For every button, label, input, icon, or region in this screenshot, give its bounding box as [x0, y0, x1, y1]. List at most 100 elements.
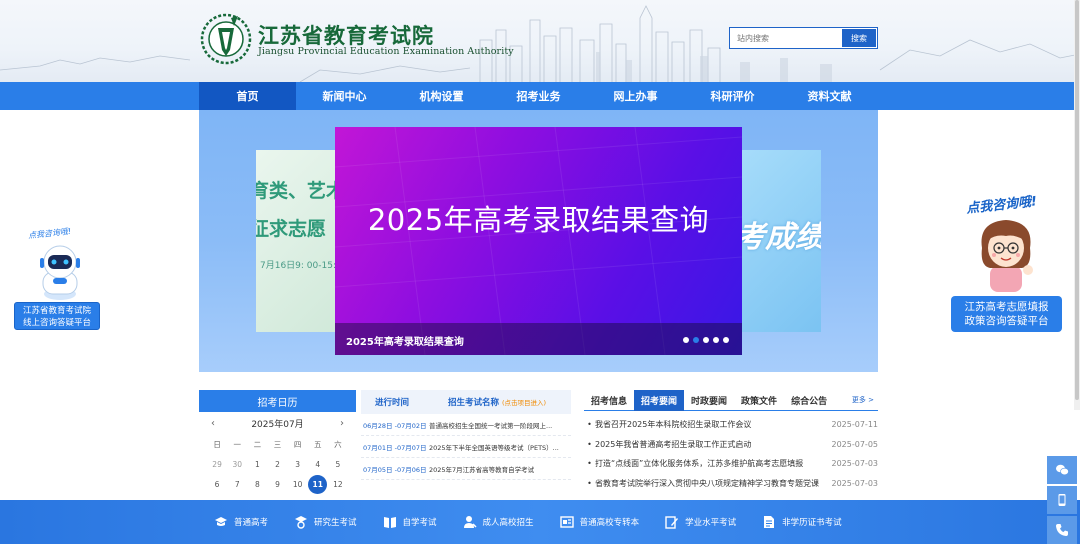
news-date: 2025-07-11	[831, 420, 879, 430]
quick-link-label: 研究生考试	[314, 518, 357, 528]
tab-admission-info[interactable]: 招考信息	[584, 390, 634, 411]
nav-item-research[interactable]: 科研评价	[684, 82, 781, 110]
calendar-day[interactable]: 6	[207, 474, 227, 494]
news-tabs: 招考信息 招考要闻 时政要闻 政策文件 综合公告 更多 >	[584, 389, 878, 411]
tab-admission-news[interactable]: 招考要闻	[634, 389, 685, 411]
weekday-label: 六	[334, 439, 342, 449]
chevron-right-icon[interactable]: ›	[340, 418, 344, 429]
calendar-day[interactable]: 5	[328, 454, 348, 474]
news-item[interactable]: • 省教育考试院举行深入贯彻中央八项规定精神学习教育专题党课 2025-07-0…	[584, 474, 878, 494]
quick-link-label: 学业水平考试	[685, 518, 737, 528]
slide-prev-line2: 征求志愿	[256, 218, 327, 240]
schedule-col-name: 招生考试名称 (点击项目进入)	[423, 396, 571, 408]
schedule-date: 07月01日 -07月07日	[363, 443, 427, 452]
carousel-slide-next[interactable]: 考成绩	[741, 150, 821, 332]
calendar-day[interactable]: 9	[267, 474, 287, 494]
quick-link-label: 普通高考	[234, 518, 269, 528]
calendar-day[interactable]: 3	[288, 454, 308, 474]
wechat-button[interactable]	[1047, 456, 1077, 484]
online-consult-promo[interactable]: 点我咨询哦! 江苏省教育考试院 线上咨询答疑平台	[14, 226, 102, 332]
schedule-exam-name: 普通高校招生全国统一考试第一阶段网上...	[429, 421, 553, 430]
news-title: 省教育考试院举行深入贯彻中央八项规定精神学习教育专题党课	[595, 478, 819, 488]
news-date: 2025-07-05	[831, 439, 879, 449]
calendar-month-bar: ‹ 2025年07月 ›	[199, 412, 356, 434]
nav-item-online-services[interactable]: 网上办事	[587, 82, 684, 110]
chevron-left-icon[interactable]: ‹	[211, 418, 215, 429]
tab-policy-documents[interactable]: 政策文件	[734, 390, 784, 411]
schedule-row[interactable]: 06月28日 -07月02日 普通高校招生全国统一考试第一阶段网上...	[361, 414, 571, 436]
calendar-day[interactable]: 2	[267, 454, 287, 474]
carousel-dot[interactable]	[683, 337, 689, 343]
gaokao-consult-button[interactable]: 江苏高考志愿填报 政策咨询答疑平台	[951, 296, 1062, 332]
calendar-day[interactable]: 1	[247, 454, 267, 474]
mobile-button[interactable]	[1047, 486, 1077, 514]
carousel-slide-active[interactable]: 2025年高考录取结果查询 2025年高考录取结果查询	[335, 127, 742, 355]
bullet-icon: •	[587, 420, 592, 430]
phone-button[interactable]	[1047, 516, 1077, 544]
schedule-row[interactable]: 07月01日 -07月07日 2025年下半年全国英语等级考试（PETS）...	[361, 436, 571, 458]
quick-link-gaokao[interactable]: 普通高考	[214, 500, 268, 544]
calendar-day[interactable]: 10	[288, 474, 308, 494]
page-scrollbar[interactable]	[1074, 0, 1080, 410]
carousel-dot[interactable]	[723, 337, 729, 343]
exam-calendar: 招考日历 ‹ 2025年07月 › 日 一 二 三 四 五 六 29 30 1 …	[199, 390, 356, 498]
banner-carousel: 育类、艺术 征求志愿 7月16日9: 00-15: 考成绩 2025年高考录取结…	[199, 110, 878, 372]
slide-prev-line1: 育类、艺术	[256, 180, 346, 202]
calendar-day[interactable]: 29	[207, 454, 227, 474]
nav-item-admissions[interactable]: 招考业务	[490, 82, 587, 110]
bullet-icon: •	[587, 439, 592, 449]
tab-current-affairs[interactable]: 时政要闻	[684, 390, 734, 411]
quick-link-adult-admission[interactable]: 成人高校招生	[463, 500, 534, 544]
tab-general-notices[interactable]: 综合公告	[784, 390, 834, 411]
calendar-title: 招考日历	[199, 390, 356, 412]
main-navigation: 首页 新闻中心 机构设置 招考业务 网上办事 科研评价 资料文献	[0, 82, 1080, 110]
calendar-day[interactable]: 12	[328, 474, 348, 494]
slide-caption-bar: 2025年高考录取结果查询	[335, 323, 742, 355]
nav-item-documents[interactable]: 资料文献	[781, 82, 878, 110]
calendar-month-label: 2025年07月	[251, 419, 304, 430]
graduation-icon	[215, 517, 227, 526]
promo-left-line2: 线上咨询答疑平台	[22, 318, 91, 328]
news-more-link[interactable]: 更多 >	[852, 395, 878, 405]
schedule-exam-name: 2025年下半年全国英语等级考试（PETS）...	[429, 443, 559, 452]
quick-link-proficiency[interactable]: 学业水平考试	[665, 500, 736, 544]
news-item[interactable]: • 打造“点线面”立体化服务体系，江苏多维护航高考志愿填报 2025-07-03	[584, 454, 878, 474]
bullet-icon: •	[587, 478, 592, 488]
calendar-day-today[interactable]: 11	[308, 474, 328, 494]
online-consult-button[interactable]: 江苏省教育考试院 线上咨询答疑平台	[14, 302, 100, 330]
news-date: 2025-07-03	[831, 459, 879, 469]
floating-toolbar	[1047, 456, 1077, 544]
site-header: 江苏省教育考试院 Jiangsu Provincial Education Ex…	[0, 0, 1080, 82]
weekday-label: 三	[273, 439, 282, 449]
promo-left-hint: 点我咨询哦!	[27, 226, 72, 241]
quick-link-certificate-exam[interactable]: 非学历证书考试	[762, 500, 842, 544]
calendar-day[interactable]: 8	[247, 474, 267, 494]
calendar-day[interactable]: 30	[227, 454, 247, 474]
search-button[interactable]: 搜索	[842, 29, 876, 47]
slide-next-text: 考成绩	[741, 220, 821, 255]
authority-logo	[200, 13, 252, 65]
news-title: 我省召开2025年本科院校招生录取工作会议	[595, 420, 752, 430]
carousel-dot[interactable]	[713, 337, 719, 343]
carousel-dot[interactable]	[703, 337, 709, 343]
city-skyline-background	[0, 5, 1080, 82]
girl-mascot-icon	[981, 220, 1033, 292]
scrollbar-thumb[interactable]	[1075, 0, 1079, 400]
nav-item-news[interactable]: 新闻中心	[296, 82, 393, 110]
search-input[interactable]	[730, 28, 841, 48]
calendar-day[interactable]: 7	[227, 474, 247, 494]
mobile-icon	[1058, 494, 1066, 506]
gaokao-consult-promo[interactable]: 点我咨询哦! 江苏高考志愿填报 政策咨询答疑平台	[948, 192, 1066, 334]
carousel-dot-active[interactable]	[693, 337, 699, 343]
quick-link-postgraduate[interactable]: 研究生考试	[294, 500, 357, 544]
calendar-day[interactable]: 4	[308, 454, 328, 474]
pen-icon	[665, 516, 679, 529]
quick-link-self-study[interactable]: 自学考试	[383, 500, 437, 544]
news-item[interactable]: • 我省召开2025年本科院校招生录取工作会议 2025-07-11	[584, 415, 878, 435]
schedule-row[interactable]: 07月05日 -07月06日 2025年7月江苏省高等教育自学考试	[361, 458, 571, 480]
quick-link-upgrade[interactable]: 普通高校专转本	[559, 500, 639, 544]
news-item[interactable]: • 2025年我省普通高考招生录取工作正式启动 2025-07-05	[584, 435, 878, 455]
nav-item-organization[interactable]: 机构设置	[393, 82, 490, 110]
nav-item-home[interactable]: 首页	[199, 82, 296, 110]
schedule-date: 06月28日 -07月02日	[363, 421, 427, 430]
